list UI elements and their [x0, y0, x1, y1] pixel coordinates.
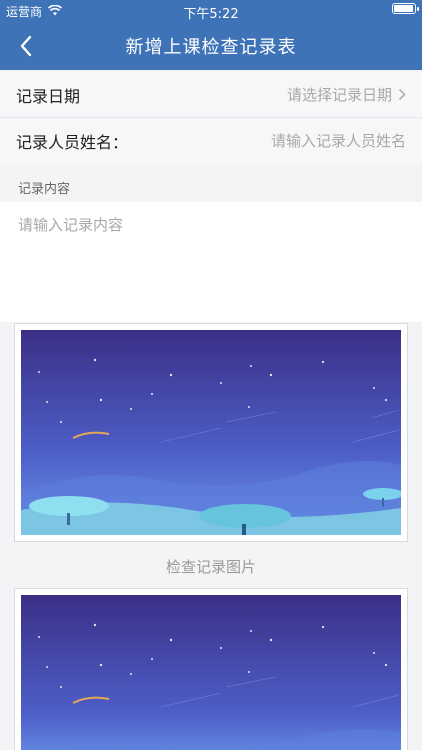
back-button[interactable] [10, 30, 42, 62]
date-picker-row[interactable]: 记录日期 请选择记录日期 [0, 72, 422, 118]
date-value[interactable]: 请选择记录日期 [287, 84, 406, 105]
chevron-right-icon [398, 88, 406, 101]
date-label: 记录日期 [16, 86, 81, 106]
nav-bar: 新增上课检查记录表 [0, 22, 422, 70]
content-textarea[interactable] [0, 202, 422, 322]
status-bar: 运营商 下午5:22 [0, 0, 422, 22]
name-input[interactable] [206, 132, 406, 150]
name-row: 记录人员姓名： [0, 118, 422, 164]
chevron-left-icon [20, 35, 32, 57]
status-right [392, 3, 419, 14]
status-time: 下午5:22 [183, 7, 239, 22]
night-landscape-image [21, 330, 401, 535]
image-caption: 检查记录图片 [165, 558, 256, 576]
page-title: 新增上课检查记录表 [125, 37, 297, 58]
content-label: 记录内容 [18, 182, 71, 197]
night-landscape-image [21, 595, 401, 750]
battery-icon [392, 3, 419, 14]
image-upload-card-2[interactable] [14, 588, 408, 750]
name-label: 记录人员姓名： [16, 133, 129, 152]
image-upload-card[interactable] [14, 323, 408, 542]
date-placeholder: 请选择记录日期 [286, 86, 392, 104]
